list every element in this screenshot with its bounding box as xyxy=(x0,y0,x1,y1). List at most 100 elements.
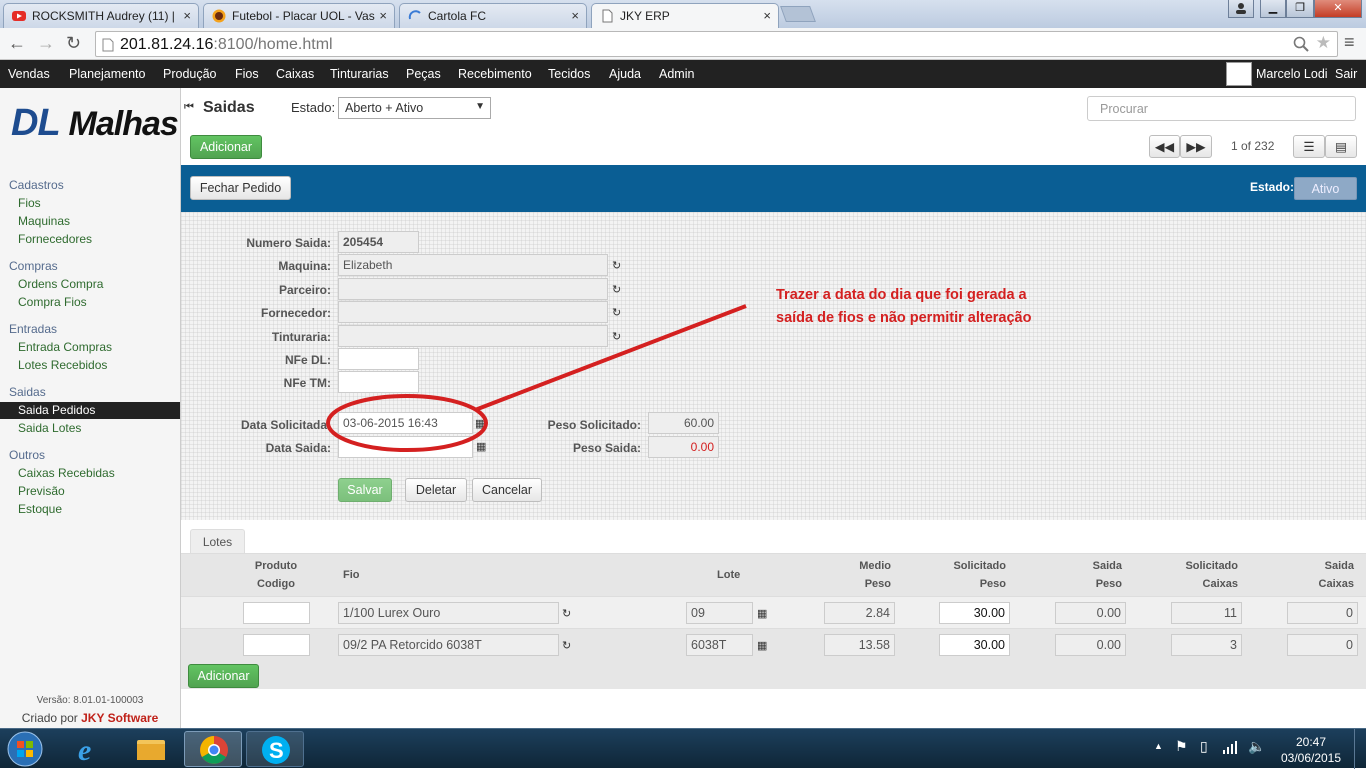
solicitado-caixas-cell: 11 xyxy=(1171,602,1242,624)
menu-admin[interactable]: Admin xyxy=(659,67,694,81)
show-desktop-button[interactable] xyxy=(1354,729,1366,769)
sidebar-item-saida-lotes[interactable]: Saida Lotes xyxy=(18,421,81,435)
sidebar-item-fornecedores[interactable]: Fornecedores xyxy=(18,232,92,246)
codigo-input[interactable] xyxy=(243,602,310,624)
col-header-produto-codigo: Produto Codigo xyxy=(241,557,311,593)
sidebar-group-entradas: Entradas xyxy=(9,322,58,336)
saida-caixas-cell: 0 xyxy=(1287,634,1358,656)
menu-vendas[interactable]: Vendas xyxy=(8,67,50,81)
grid-icon[interactable]: ▦ xyxy=(757,639,767,652)
zoom-icon[interactable] xyxy=(1293,36,1309,52)
menu-planejamento[interactable]: Planejamento xyxy=(69,67,145,81)
medio-peso-cell: 2.84 xyxy=(824,602,895,624)
system-clock[interactable]: 20:47 03/06/2015 xyxy=(1276,734,1346,766)
solicitado-peso-input[interactable]: 30.00 xyxy=(939,634,1010,656)
sidebar-item-caixas-recebidas[interactable]: Caixas Recebidas xyxy=(18,466,115,480)
browser-tab-placar[interactable]: Futebol - Placar UOL - Vas × xyxy=(203,3,395,28)
forward-arrow-icon[interactable]: → xyxy=(37,33,55,54)
start-orb-icon xyxy=(7,731,43,767)
close-icon: ✕ xyxy=(1333,2,1343,14)
chrome-icon xyxy=(200,736,228,764)
refresh-icon[interactable]: ↻ xyxy=(562,639,574,652)
url-input[interactable]: 201.81.24.16:8100/home.html ★ xyxy=(95,31,1338,57)
tab-lotes[interactable]: Lotes xyxy=(190,529,245,553)
minimize-button[interactable]: ▁ xyxy=(1260,0,1286,18)
new-tab-button[interactable] xyxy=(780,6,816,22)
menu-tecidos[interactable]: Tecidos xyxy=(548,67,590,81)
menu-producao[interactable]: Produção xyxy=(163,67,217,81)
grid-icon[interactable]: ▦ xyxy=(757,607,767,620)
action-center-icon[interactable]: ⚑ xyxy=(1175,738,1188,755)
sidebar-item-saida-pedidos[interactable]: Saida Pedidos xyxy=(0,402,180,419)
url-path: :8100/home.html xyxy=(213,36,333,53)
user-menu-button[interactable] xyxy=(1228,0,1254,18)
minimize-icon: ▁ xyxy=(1268,2,1278,14)
add-lote-button[interactable]: Adicionar xyxy=(188,664,259,688)
youtube-icon xyxy=(12,11,26,21)
url-host: 201.81.24.16 xyxy=(120,36,214,53)
browser-tab-jky-erp[interactable]: JKY ERP × xyxy=(591,3,779,29)
logout-link[interactable]: Sair xyxy=(1335,67,1357,81)
back-arrow-icon[interactable]: ← xyxy=(8,33,26,54)
sidebar-item-previsao[interactable]: Previsão xyxy=(18,484,65,498)
menu-caixas[interactable]: Caixas xyxy=(276,67,314,81)
show-hidden-icons-icon[interactable]: ▲ xyxy=(1154,741,1163,751)
sidebar-group-outros: Outros xyxy=(9,448,46,462)
sidebar-item-estoque[interactable]: Estoque xyxy=(18,502,62,516)
browser-tab-strip: ROCKSMITH Audrey (11) | × Futebol - Plac… xyxy=(0,0,1366,29)
reload-icon[interactable]: ↻ xyxy=(66,33,81,54)
browser-tab-cartola[interactable]: Cartola FC × xyxy=(399,3,587,28)
lote-field[interactable]: 6038T xyxy=(686,634,753,656)
loading-icon xyxy=(408,10,421,20)
volume-icon[interactable]: 🔈 xyxy=(1248,738,1265,755)
fio-field[interactable]: 09/2 PA Retorcido 6038T xyxy=(338,634,559,656)
sidebar-item-ordens-compra[interactable]: Ordens Compra xyxy=(18,277,103,291)
clock-time: 20:47 xyxy=(1295,735,1327,749)
bookmark-star-icon[interactable]: ★ xyxy=(1316,33,1331,53)
taskbar-skype-button[interactable]: S xyxy=(246,731,304,767)
close-window-button[interactable]: ✕ xyxy=(1314,0,1362,18)
browser-tab-rocksmith[interactable]: ROCKSMITH Audrey (11) | × xyxy=(3,3,199,28)
internet-explorer-icon: e xyxy=(78,734,91,767)
user-name[interactable]: Marcelo Lodi xyxy=(1256,67,1328,81)
taskbar-chrome-button[interactable] xyxy=(184,731,242,767)
col-header-solicitado-caixas: Solicitado Caixas xyxy=(1158,557,1238,593)
menu-fios[interactable]: Fios xyxy=(235,67,259,81)
taskbar-ie-button[interactable]: e xyxy=(60,731,118,767)
col-header-solicitado-peso: Solicitado Peso xyxy=(926,557,1006,593)
fio-field[interactable]: 1/100 Lurex Ouro xyxy=(338,602,559,624)
app-menubar: Vendas Planejamento Produção Fios Caixas… xyxy=(0,60,1366,88)
user-icon xyxy=(1236,3,1246,14)
menu-recebimento[interactable]: Recebimento xyxy=(458,67,532,81)
close-tab-icon[interactable]: × xyxy=(763,8,771,23)
page-info-icon[interactable] xyxy=(102,38,114,52)
sidebar-item-maquinas[interactable]: Maquinas xyxy=(18,214,70,228)
col-header-line: Saida xyxy=(1324,560,1354,572)
menu-pecas[interactable]: Peças xyxy=(406,67,441,81)
col-header-saida-caixas: Saida Caixas xyxy=(1274,557,1354,593)
sidebar-item-entrada-compras[interactable]: Entrada Compras xyxy=(18,340,112,354)
menu-ajuda[interactable]: Ajuda xyxy=(609,67,641,81)
sidebar-item-fios[interactable]: Fios xyxy=(18,196,41,210)
menu-tinturarias[interactable]: Tinturarias xyxy=(330,67,389,81)
close-tab-icon[interactable]: × xyxy=(183,8,191,23)
network-icon[interactable] xyxy=(1222,739,1238,755)
codigo-input[interactable] xyxy=(243,634,310,656)
refresh-icon[interactable]: ↻ xyxy=(562,607,574,620)
solicitado-peso-input[interactable]: 30.00 xyxy=(939,602,1010,624)
start-button[interactable] xyxy=(5,730,45,768)
company-link[interactable]: JKY Software xyxy=(81,711,158,725)
taskbar-explorer-button[interactable] xyxy=(122,731,180,767)
tab-title: ROCKSMITH Audrey (11) | xyxy=(32,9,175,23)
main-panel: ⏮ Saidas Estado: Aberto + Ativo ▼ Procur… xyxy=(181,88,1366,728)
close-tab-icon[interactable]: × xyxy=(571,8,579,23)
restore-button[interactable]: ❐ xyxy=(1286,0,1314,18)
lote-field[interactable]: 09 xyxy=(686,602,753,624)
close-tab-icon[interactable]: × xyxy=(379,8,387,23)
sidebar-item-compra-fios[interactable]: Compra Fios xyxy=(18,295,87,309)
chrome-menu-icon[interactable]: ≡ xyxy=(1344,32,1355,53)
tab-title: JKY ERP xyxy=(620,9,670,23)
sidebar-item-lotes-recebidos[interactable]: Lotes Recebidos xyxy=(18,358,107,372)
power-icon[interactable]: ▯ xyxy=(1200,738,1208,755)
avatar[interactable] xyxy=(1226,62,1252,86)
